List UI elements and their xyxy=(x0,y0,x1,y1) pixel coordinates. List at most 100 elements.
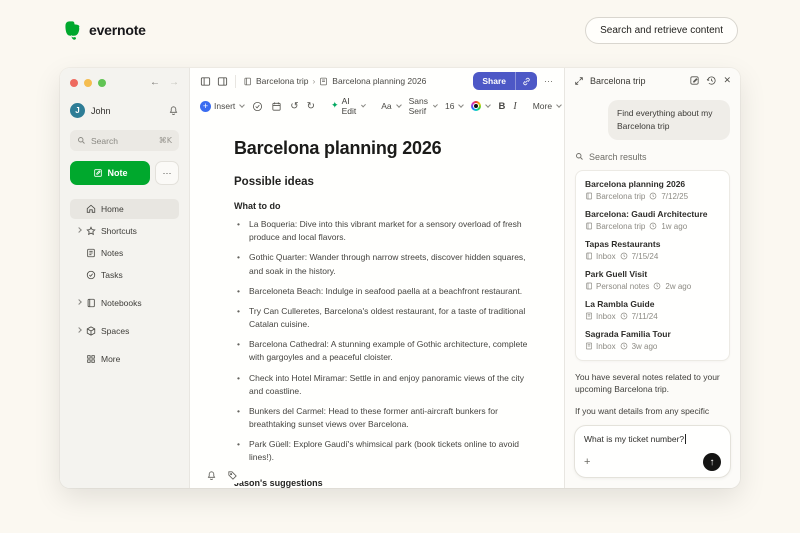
sidebar-item-tasks[interactable]: Tasks xyxy=(70,265,179,285)
notebook-icon xyxy=(585,222,593,230)
note-editor: Barcelona trip › Barcelona planning 2026… xyxy=(190,68,564,488)
insert-dropdown[interactable]: + Insert xyxy=(200,101,244,112)
close-window-button[interactable] xyxy=(70,79,78,87)
list-item: Bunkers del Carmel: Head to these former… xyxy=(234,405,530,431)
task-checkbox-icon[interactable] xyxy=(252,101,263,112)
share-button[interactable]: Share xyxy=(473,72,515,90)
note-page-icon xyxy=(585,312,593,320)
note-body[interactable]: Barcelona planning 2026 Possible ideas W… xyxy=(190,118,564,488)
up-arrow-icon: ↑ xyxy=(710,457,715,468)
evernote-brand: evernote xyxy=(62,20,146,41)
result-item[interactable]: Tapas Restaurants Inbox 7/15/24 xyxy=(585,239,720,261)
font-family-dropdown[interactable]: Sans Serif xyxy=(409,96,437,116)
note-more-button[interactable]: ⋯ xyxy=(155,161,179,185)
breadcrumb-note[interactable]: Barcelona planning 2026 xyxy=(332,76,426,86)
attach-plus-icon[interactable]: + xyxy=(584,456,590,468)
sidebar-item-spaces[interactable]: Spaces xyxy=(70,321,179,341)
search-shortcut: ⌘K xyxy=(159,136,172,145)
assistant-reply: You have several notes related to your u… xyxy=(575,371,730,418)
result-item[interactable]: Barcelona: Gaudi Architecture Barcelona … xyxy=(585,209,720,231)
clock-icon xyxy=(620,342,628,350)
expand-note-icon[interactable] xyxy=(217,76,228,87)
history-icon[interactable] xyxy=(706,75,717,86)
chevron-right-icon xyxy=(76,227,82,233)
notebook-icon xyxy=(585,282,593,290)
search-placeholder: Search xyxy=(91,136,154,146)
result-item[interactable]: Barcelona planning 2026 Barcelona trip 7… xyxy=(585,179,720,201)
sidebar-item-more[interactable]: More xyxy=(70,349,179,369)
search-retrieve-button[interactable]: Search and retrieve content xyxy=(585,17,738,44)
note-more-menu-icon[interactable]: ⋯ xyxy=(544,76,554,87)
sidebar-item-notes[interactable]: Notes xyxy=(70,243,179,263)
ai-assistant-panel: Barcelona trip ✕ Find everything about m… xyxy=(564,68,740,488)
result-item[interactable]: La Rambla Guide Inbox 7/11/24 xyxy=(585,299,720,321)
font-size-dropdown[interactable]: 16 xyxy=(445,101,463,111)
grid-icon xyxy=(86,354,96,364)
new-note-button[interactable]: Note xyxy=(70,161,150,185)
search-results-card: Barcelona planning 2026 Barcelona trip 7… xyxy=(575,170,730,361)
notebook-icon xyxy=(243,77,252,86)
ai-sparkle-icon: ✦ xyxy=(331,101,339,111)
sidebar-item-shortcuts[interactable]: Shortcuts xyxy=(70,221,179,241)
sidebar-nav: Home Shortcuts Notes Tasks Notebo xyxy=(70,199,179,371)
bold-button[interactable]: B xyxy=(498,101,505,112)
breadcrumb-notebook[interactable]: Barcelona trip xyxy=(256,76,308,86)
clock-icon xyxy=(649,222,657,230)
clock-icon xyxy=(649,192,657,200)
sidebar-item-notebooks[interactable]: Notebooks xyxy=(70,293,179,313)
undo-icon[interactable]: ↺ xyxy=(290,101,298,112)
notes-icon xyxy=(86,248,96,258)
font-color-dropdown[interactable] xyxy=(471,101,490,111)
editor-toolbar: + Insert ↺ ↻ ✦ AI Edit Aa Sans Serif 16 … xyxy=(190,94,564,118)
chat-input[interactable]: What is my ticket number? + ↑ xyxy=(574,425,731,478)
collapse-sidebar-icon[interactable] xyxy=(200,76,211,87)
new-chat-icon[interactable] xyxy=(689,75,700,86)
clock-icon xyxy=(620,312,628,320)
user-name: John xyxy=(91,106,111,116)
copy-link-icon[interactable] xyxy=(516,72,537,90)
text-cursor xyxy=(685,434,686,444)
list-item: Barcelona Cathedral: A stunning example … xyxy=(234,338,530,364)
account-row[interactable]: J John xyxy=(70,103,179,118)
forward-icon[interactable]: → xyxy=(169,77,179,88)
ai-edit-dropdown[interactable]: ✦ AI Edit xyxy=(331,96,365,116)
add-tag-icon[interactable] xyxy=(227,470,238,481)
brand-wordmark: evernote xyxy=(89,22,146,38)
page-header: evernote Search and retrieve content xyxy=(0,0,800,60)
spaces-cube-icon xyxy=(86,326,96,336)
assistant-header: Barcelona trip ✕ xyxy=(565,68,740,93)
evernote-elephant-icon xyxy=(62,20,83,41)
notifications-bell-icon[interactable] xyxy=(168,105,179,116)
result-item[interactable]: Sagrada Familia Tour Inbox 3w ago xyxy=(585,329,720,351)
sidebar-item-home[interactable]: Home xyxy=(70,199,179,219)
new-note-label: Note xyxy=(108,168,128,178)
star-icon xyxy=(86,226,96,236)
color-swatch-icon xyxy=(471,101,481,111)
zoom-window-button[interactable] xyxy=(98,79,106,87)
reminder-bell-icon[interactable] xyxy=(206,470,217,481)
notebook-icon xyxy=(585,252,593,260)
breadcrumb: Barcelona trip › Barcelona planning 2026 xyxy=(243,76,466,86)
search-icon xyxy=(575,152,584,161)
list-item: Barceloneta Beach: Indulge in seafood pa… xyxy=(234,285,530,298)
text-style-dropdown[interactable]: Aa xyxy=(381,101,400,111)
calendar-icon[interactable] xyxy=(271,101,282,112)
italic-button[interactable]: I xyxy=(513,101,516,112)
what-to-do-list: La Boqueria: Dive into this vibrant mark… xyxy=(234,218,530,465)
result-item[interactable]: Park Guell Visit Personal notes 2w ago xyxy=(585,269,720,291)
assistant-title: Barcelona trip xyxy=(590,76,683,86)
avatar: J xyxy=(70,103,85,118)
history-nav: ← → xyxy=(150,77,179,88)
expand-panel-icon[interactable] xyxy=(574,76,584,86)
close-panel-icon[interactable]: ✕ xyxy=(723,75,731,86)
minimize-window-button[interactable] xyxy=(84,79,92,87)
search-input[interactable]: Search ⌘K xyxy=(70,130,179,151)
list-item: Check into Hotel Miramar: Settle in and … xyxy=(234,372,530,398)
redo-icon[interactable]: ↻ xyxy=(307,101,315,112)
note-title[interactable]: Barcelona planning 2026 xyxy=(234,138,530,159)
toolbar-more-dropdown[interactable]: More xyxy=(533,101,561,111)
back-icon[interactable]: ← xyxy=(150,77,160,88)
subsection-heading: What to do xyxy=(234,201,530,211)
send-button[interactable]: ↑ xyxy=(703,453,721,471)
window-controls: ← → xyxy=(70,77,179,88)
